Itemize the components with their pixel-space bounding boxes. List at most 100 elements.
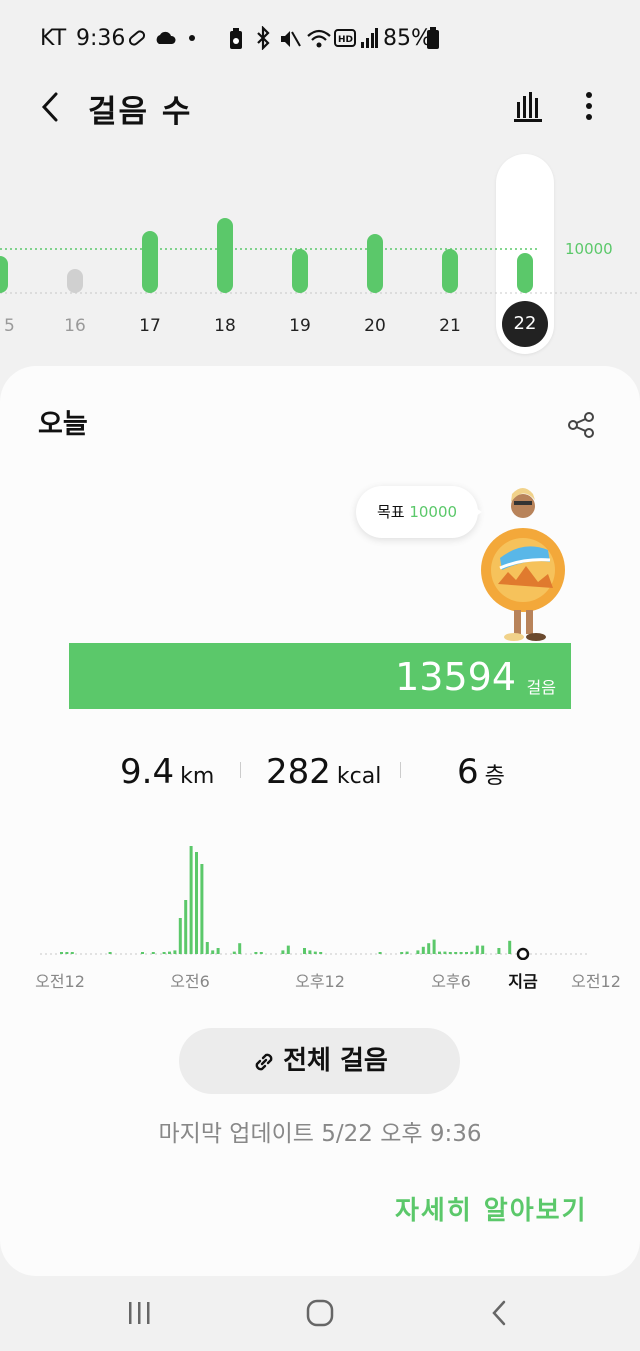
distance-value: 9.4 [120, 752, 175, 792]
back-icon[interactable] [34, 88, 68, 126]
hourly-bar [238, 943, 242, 954]
goal-bubble-value: 10000 [409, 503, 458, 521]
share-icon[interactable] [566, 410, 596, 440]
all-steps-label: 전체 걸음 [283, 1046, 388, 1076]
wifi-icon [307, 29, 331, 48]
steps-unit: 걸음 [526, 678, 556, 697]
floors-unit: 층 [484, 764, 505, 789]
weekly-label-15[interactable]: 15 [4, 316, 15, 336]
all-steps-button[interactable]: 전체 걸음 [179, 1028, 460, 1094]
weekly-bar-15[interactable] [0, 255, 8, 293]
hourly-bar [438, 951, 441, 954]
weekly-label-18[interactable]: 18 [214, 316, 236, 336]
pill-icon [128, 30, 146, 46]
hourly-bar [286, 945, 290, 954]
hourly-bar [205, 942, 209, 954]
hourly-bar [416, 950, 420, 954]
steps-count: 13594 [395, 655, 516, 699]
home-icon[interactable] [305, 1298, 335, 1328]
weekly-label-16[interactable]: 16 [64, 316, 86, 336]
hourly-bar [508, 940, 512, 954]
hourly-bar [178, 918, 182, 954]
goal-line-label: 10000 [565, 240, 613, 258]
svg-text:HD: HD [338, 35, 353, 45]
hourly-bar [232, 951, 236, 954]
weekly-bar-22[interactable] [517, 253, 533, 293]
hourly-bar [308, 950, 312, 954]
hourly-bar [421, 946, 425, 954]
hourly-steps-chart [40, 846, 590, 960]
hourly-bar [281, 950, 285, 954]
link-icon [255, 1053, 273, 1070]
weekly-bar-17[interactable] [142, 231, 158, 293]
back-nav-icon[interactable] [486, 1298, 512, 1328]
last-updated-text: 마지막 업데이트 5/22 오후 9:36 [158, 1121, 482, 1147]
hourly-bar [60, 952, 63, 954]
hourly-bar [497, 948, 501, 954]
page-title: 걸음 수 [88, 94, 193, 130]
mute-icon [281, 31, 301, 47]
bluetooth-icon [257, 26, 270, 50]
goal-line [0, 248, 540, 250]
hourly-bar [459, 952, 463, 954]
weekly-label-19[interactable]: 19 [289, 316, 311, 336]
weekly-label-17[interactable]: 17 [139, 316, 161, 336]
more-vert-icon[interactable] [574, 88, 604, 124]
weekly-label-21[interactable]: 21 [439, 316, 461, 336]
floors-stat: 6층 [457, 752, 505, 792]
signal-icon [361, 28, 378, 48]
hourly-bar [216, 948, 220, 954]
bar-chart-icon[interactable] [510, 88, 546, 124]
hourly-bar [173, 950, 177, 954]
weekly-bar-18[interactable] [217, 218, 233, 293]
goal-bubble: 목표 10000 [356, 486, 478, 538]
calories-unit: kcal [336, 764, 382, 789]
battery-percent: 85% [383, 26, 432, 51]
hourly-bar [475, 945, 479, 954]
weekly-bar-16[interactable] [67, 269, 83, 293]
runner-character-illustration [481, 488, 565, 641]
hourly-axis-label: 오전6 [170, 972, 210, 991]
recents-icon[interactable] [126, 1298, 154, 1328]
hourly-axis-label: 오전12 [571, 972, 621, 991]
weekly-bar-19[interactable] [292, 249, 308, 293]
hourly-bar [211, 950, 215, 954]
hourly-bar [465, 952, 468, 954]
goal-bubble-label: 목표 [376, 503, 405, 521]
distance-unit: km [180, 764, 215, 789]
weekly-label-20[interactable]: 20 [364, 316, 386, 336]
hourly-bar [195, 852, 198, 954]
hourly-bar [259, 952, 263, 954]
hourly-bar [70, 952, 74, 954]
cloud-icon [156, 31, 176, 44]
learn-more-link[interactable]: 자세히 알아보기 [395, 1190, 588, 1227]
hourly-axis-label: 오후12 [295, 972, 345, 991]
now-marker [516, 947, 530, 960]
stat-divider [400, 762, 401, 778]
distance-stat: 9.4 km [120, 752, 214, 792]
hourly-bar [454, 952, 458, 954]
hourly-bar [189, 846, 193, 954]
carrier-label: KT [40, 26, 67, 51]
hourly-bar [200, 864, 204, 954]
battery-icon [427, 27, 439, 49]
status-bar: KT 9:36 HD 85% [0, 0, 640, 76]
hourly-bar [470, 951, 474, 954]
weekly-bar-20[interactable] [367, 233, 383, 293]
hourly-axis-label: 오후6 [431, 972, 471, 991]
hourly-bar [378, 952, 382, 954]
hourly-bar [65, 952, 69, 954]
calories-value: 282 [266, 752, 331, 792]
hourly-bar [162, 952, 166, 954]
hourly-bar [400, 952, 404, 954]
hourly-bar [427, 943, 431, 954]
weekly-bar-21[interactable] [442, 249, 458, 293]
calories-stat: 282 kcal [266, 752, 381, 792]
dot-icon [189, 35, 195, 41]
card-heading: 오늘 [38, 409, 88, 440]
baseline [0, 292, 640, 294]
battery-saver-icon [230, 28, 242, 49]
hourly-bar [141, 952, 144, 954]
weekly-label-22[interactable]: 22 [502, 301, 548, 347]
hourly-bar [432, 939, 436, 954]
